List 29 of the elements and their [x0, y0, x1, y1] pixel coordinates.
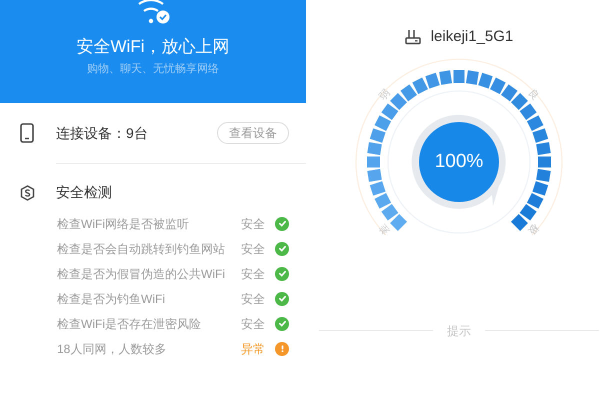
warning-icon — [275, 342, 289, 356]
connected-devices-label: 连接设备：9台 — [56, 124, 148, 142]
phone-icon — [20, 123, 34, 143]
tip-label: 提示 — [447, 322, 471, 340]
check-item-label: 检查WiFi是否存在泄密风险 — [57, 316, 201, 332]
view-devices-button[interactable]: 查看设备 — [217, 122, 289, 144]
check-result: 安全 — [241, 266, 265, 282]
check-item-label: 检查是否为假冒伪造的公共WiFi — [57, 266, 225, 282]
header-title: 安全WiFi，放心上网 — [76, 36, 230, 58]
check-result: 安全 — [241, 216, 265, 232]
check-icon — [275, 316, 289, 330]
check-result: 安全 — [241, 316, 265, 332]
header-subtitle: 购物、聊天、无忧畅享网络 — [87, 62, 219, 76]
check-icon — [275, 266, 289, 280]
security-check-title: 安全检测 — [56, 183, 112, 202]
check-result: 安全 — [241, 290, 265, 308]
network-name: leikeji1_5G1 — [430, 27, 514, 47]
check-icon — [275, 242, 289, 256]
shield-s-icon — [20, 184, 35, 200]
check-item-label: 18人同网，人数较多 — [57, 340, 166, 358]
check-result: 安全 — [241, 240, 265, 258]
check-icon — [275, 216, 289, 230]
check-icon — [275, 292, 289, 306]
signal-percentage: 100% — [434, 150, 484, 174]
check-item-label: 检查是否为钓鱼WiFi — [57, 290, 165, 308]
check-item-label: 检查是否会自动跳转到钓鱼网站 — [57, 240, 225, 258]
router-icon — [404, 29, 421, 46]
check-result: 异常 — [241, 340, 265, 358]
check-item-label: 检查WiFi网络是否被监听 — [57, 216, 189, 232]
